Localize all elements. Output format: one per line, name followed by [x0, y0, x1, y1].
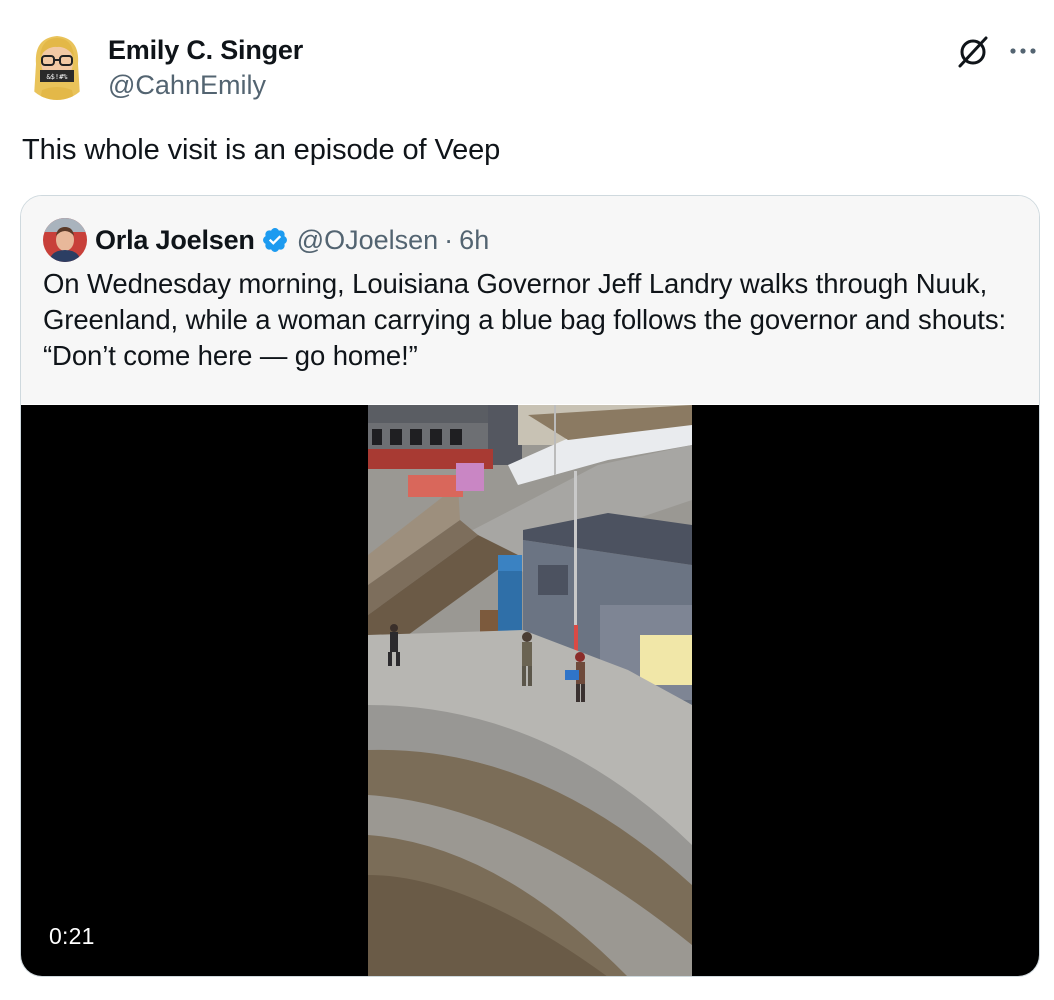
svg-text:&$!#%: &$!#% [46, 73, 68, 81]
video-thumbnail[interactable] [368, 405, 692, 976]
more-icon[interactable] [1006, 34, 1040, 68]
video-duration: 0:21 [49, 923, 95, 949]
tweet: &$!#% Emily C. Singer @CahnEmily This wh… [0, 0, 1054, 1000]
separator-dot: · [444, 224, 454, 255]
quoted-tweet-header: Orla Joelsen @OJoelsen · 6h On Wednesday… [21, 196, 1039, 404]
quoted-tweet-text: On Wednesday morning, Louisiana Governor… [43, 268, 1007, 371]
quoted-author-handle[interactable]: @OJoelsen [297, 225, 438, 256]
quoted-author-row: Orla Joelsen @OJoelsen · 6h [95, 220, 489, 260]
quoted-tweet-card[interactable]: Orla Joelsen @OJoelsen · 6h On Wednesday… [20, 195, 1040, 977]
verified-badge-icon [262, 228, 287, 252]
memoji-avatar-icon: &$!#% [34, 36, 80, 100]
quoted-author-display-name[interactable]: Orla Joelsen [95, 225, 255, 256]
quoted-avatar-photo-icon [43, 218, 87, 262]
tweet-text: This whole visit is an episode of Veep [22, 134, 501, 166]
author-block[interactable]: Emily C. Singer @CahnEmily [108, 34, 303, 102]
author-avatar[interactable]: &$!#% [22, 30, 92, 100]
author-display-name[interactable]: Emily C. Singer [108, 34, 303, 66]
quoted-tweet-time[interactable]: 6h [459, 225, 489, 256]
grok-icon[interactable] [955, 34, 991, 70]
quoted-author-avatar[interactable] [43, 218, 87, 262]
video-player[interactable]: 0:21 [21, 405, 1039, 976]
author-handle[interactable]: @CahnEmily [108, 68, 303, 102]
